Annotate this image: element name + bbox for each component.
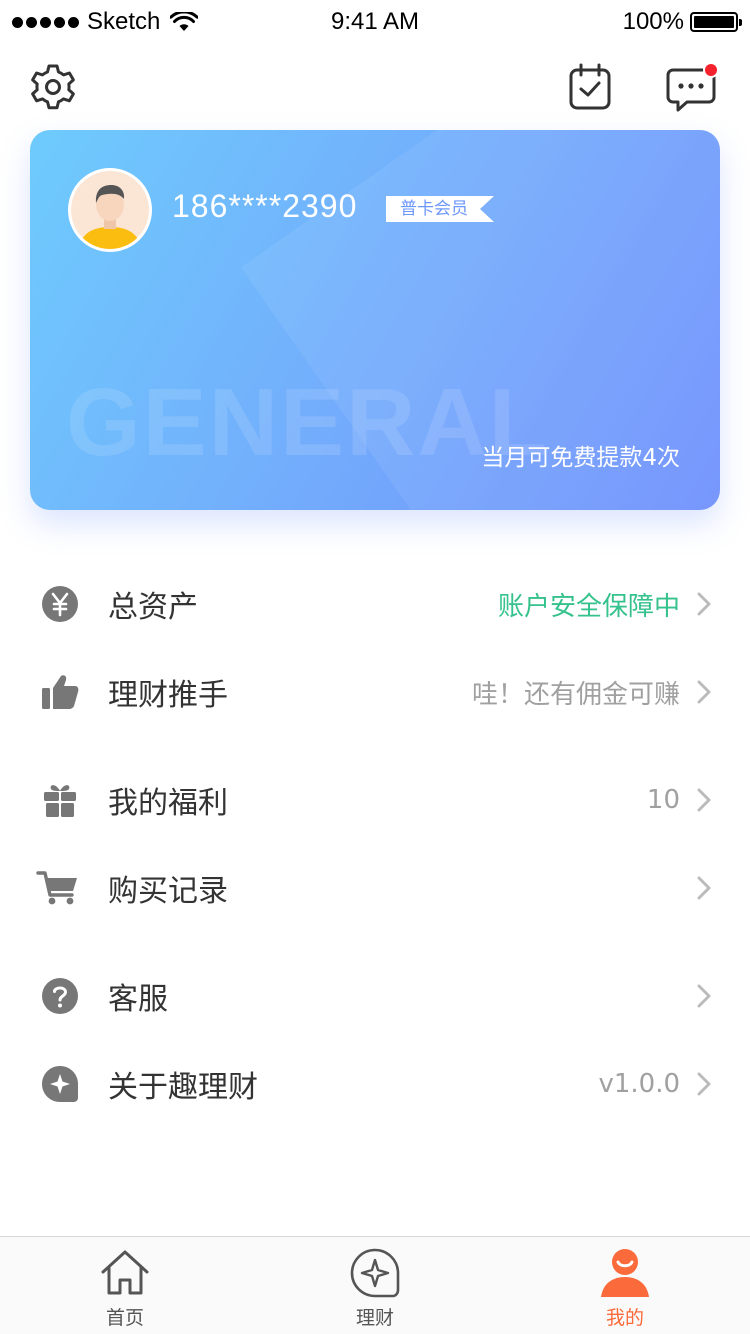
tab-label: 我的 — [605, 1307, 644, 1329]
phone-number: 186****2390 — [172, 188, 358, 224]
gear-icon[interactable] — [28, 62, 78, 112]
thumbs-up-icon — [40, 672, 80, 712]
member-badge-label: 普卡会员 — [386, 196, 480, 222]
yuan-icon — [40, 584, 80, 624]
card-watermark: GENERAL — [66, 369, 550, 476]
tab-label: 理财 — [355, 1307, 394, 1329]
menu-label: 客服 — [108, 982, 168, 1017]
chevron-right-icon — [697, 680, 711, 704]
menu-label: 理财推手 — [108, 678, 228, 713]
status-bar: Sketch 9:41 AM 100% — [0, 0, 750, 44]
message-button[interactable] — [664, 62, 720, 112]
profile-icon — [601, 1249, 649, 1297]
tab-label: 首页 — [105, 1307, 144, 1329]
menu-item-finance-promoter[interactable]: 理财推手 哇！还有佣金可赚 — [0, 648, 750, 736]
chevron-right-icon — [697, 876, 711, 900]
battery-status: 100% — [622, 8, 742, 36]
avatar[interactable] — [68, 168, 152, 252]
menu-value: 账户安全保障中 — [497, 591, 680, 622]
chevron-right-icon — [697, 984, 711, 1008]
menu-item-purchase-history[interactable]: 购买记录 — [0, 844, 750, 932]
battery-icon — [690, 12, 742, 32]
menu-item-about[interactable]: 关于趣理财 v1.0.0 — [0, 1040, 750, 1128]
chevron-right-icon — [697, 788, 711, 812]
menu-item-my-benefits[interactable]: 我的福利 10 — [0, 756, 750, 844]
notification-dot — [703, 62, 719, 78]
menu-label: 总资产 — [108, 590, 198, 625]
tab-finance[interactable]: 理财 — [250, 1237, 500, 1334]
question-icon — [40, 976, 80, 1016]
menu-label: 我的福利 — [108, 786, 228, 821]
membership-card[interactable]: GENERAL 186****2390 普卡会员 当月可免费提款4次 — [30, 130, 720, 510]
withdraw-quota: 当月可免费提款4次 — [481, 445, 680, 471]
battery-percent: 100% — [622, 8, 684, 35]
menu-value: v1.0.0 — [598, 1069, 680, 1099]
chevron-right-icon — [697, 1072, 711, 1096]
avatar-illustration — [79, 185, 141, 249]
tab-home[interactable]: 首页 — [0, 1237, 250, 1334]
tab-bar: 首页 理财 我的 — [0, 1236, 750, 1334]
menu-label: 关于趣理财 — [108, 1070, 258, 1105]
menu-label: 购买记录 — [108, 874, 228, 909]
tab-mine[interactable]: 我的 — [500, 1237, 750, 1334]
cart-icon — [36, 868, 80, 908]
menu-value: 10 — [646, 785, 680, 815]
menu-value: 哇！还有佣金可赚 — [471, 679, 680, 710]
calendar-check-icon[interactable] — [566, 62, 614, 112]
member-badge: 普卡会员 — [386, 196, 494, 222]
gift-icon — [40, 780, 80, 820]
home-icon — [101, 1250, 149, 1295]
menu-item-total-assets[interactable]: 总资产 账户安全保障中 — [0, 560, 750, 648]
menu-item-customer-service[interactable]: 客服 — [0, 952, 750, 1040]
chevron-right-icon — [697, 592, 711, 616]
finance-icon — [350, 1248, 400, 1298]
sparkle-icon — [40, 1064, 80, 1104]
